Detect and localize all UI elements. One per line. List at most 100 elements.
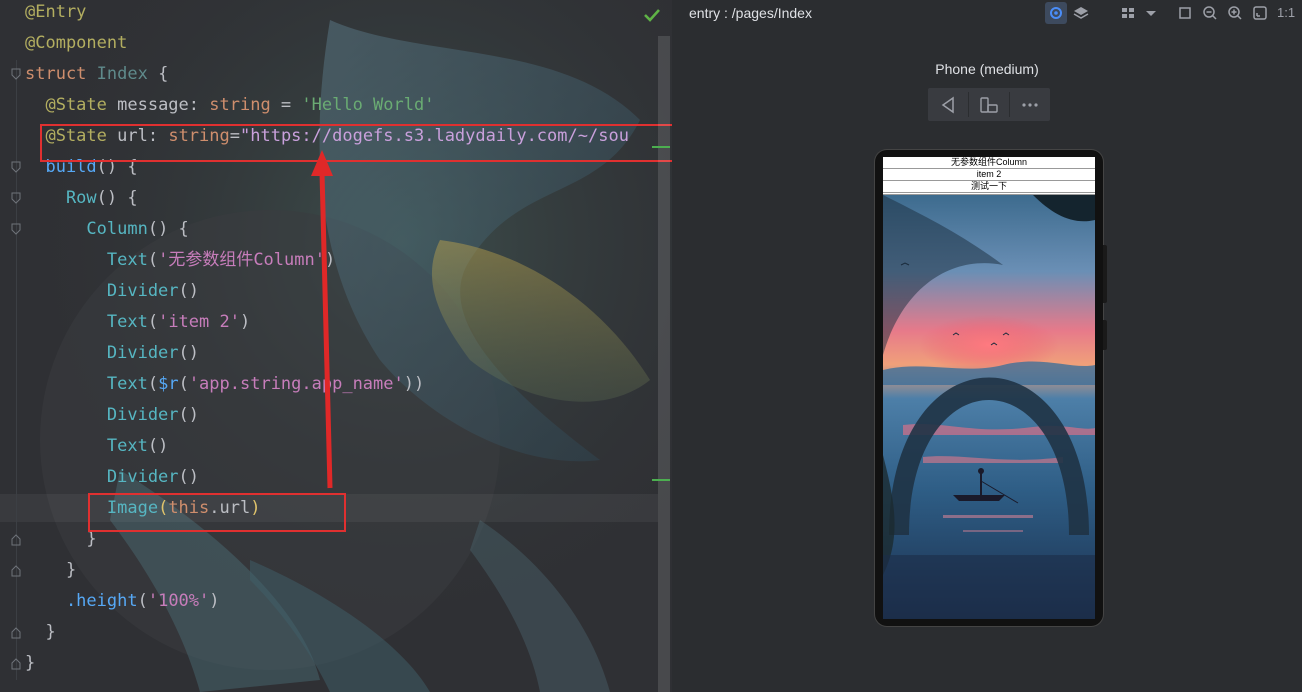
phone-screen[interactable]: 无参数组件Column item 2 测试一下	[883, 157, 1095, 619]
previewer-panel: entry : /pages/Index 1:1 Phone (medium)	[672, 0, 1302, 692]
zoom-in-icon[interactable]	[1224, 2, 1246, 24]
code-line[interactable]: Text()	[25, 431, 168, 462]
fold-end-icon[interactable]	[10, 565, 22, 577]
code-token: (	[147, 312, 159, 332]
code-token: (	[147, 374, 159, 394]
code-line[interactable]: Text($r('app.string.app_name'))	[25, 369, 424, 400]
code-token: (	[178, 374, 189, 394]
fold-end-icon[interactable]	[10, 627, 22, 639]
code-line[interactable]: Text('无参数组件Column')	[25, 245, 335, 276]
scroll-marker	[652, 146, 670, 148]
crop-icon[interactable]	[1174, 2, 1196, 24]
more-icon[interactable]	[1010, 88, 1050, 121]
code-line[interactable]: .height('100%')	[25, 586, 220, 617]
fold-icon[interactable]	[10, 161, 22, 173]
code-token: Index	[96, 64, 159, 84]
code-token: :	[188, 95, 210, 115]
code-token: () {	[96, 188, 138, 208]
code-token: Text	[25, 312, 148, 332]
code-line[interactable]: Text('item 2')	[25, 307, 250, 338]
device-name: Phone (medium)	[935, 61, 1039, 77]
code-token: @State	[25, 95, 118, 115]
vertical-scrollbar[interactable]	[658, 36, 670, 692]
code-token: Text	[25, 374, 148, 394]
code-line[interactable]: struct Index {	[25, 59, 168, 90]
device-controls	[928, 88, 1050, 121]
code-token: ()	[178, 467, 200, 487]
code-token: }	[25, 560, 77, 580]
code-editor[interactable]: @Entry @Component struct Index { @State me…	[0, 0, 672, 692]
code-token: }	[25, 653, 36, 673]
scroll-marker	[652, 479, 670, 481]
code-token: 'app.string.app_name'	[188, 374, 404, 394]
code-token: ()	[178, 343, 200, 363]
code-token: {	[158, 64, 169, 84]
code-token: Row	[25, 188, 97, 208]
phone-side-button	[1103, 245, 1107, 303]
back-icon[interactable]	[928, 88, 968, 121]
code-line[interactable]: Divider()	[25, 462, 199, 493]
code-line[interactable]: Column() {	[25, 214, 189, 245]
zoom-out-icon[interactable]	[1199, 2, 1221, 24]
code-token: '100%'	[147, 591, 210, 611]
rotate-icon[interactable]	[969, 88, 1009, 121]
code-token: ()	[178, 405, 200, 425]
fold-icon[interactable]	[10, 223, 22, 235]
fold-end-icon[interactable]	[10, 658, 22, 670]
code-token: Divider	[25, 405, 179, 425]
preview-image	[883, 195, 1095, 619]
code-token: ()	[178, 281, 200, 301]
image-highlight-box	[88, 493, 346, 532]
check-icon	[644, 9, 660, 22]
code-line[interactable]: }	[25, 524, 96, 555]
fold-end-icon[interactable]	[10, 534, 22, 546]
layers-icon[interactable]	[1070, 2, 1092, 24]
code-token: Column	[25, 219, 148, 239]
phone-frame: 无参数组件Column item 2 测试一下	[875, 150, 1107, 626]
gutter-guide	[16, 60, 17, 680]
code-token: @Entry	[25, 2, 87, 22]
code-line[interactable]: Divider()	[25, 276, 199, 307]
code-token: .height	[25, 591, 138, 611]
phone-side-button	[1103, 320, 1107, 350]
code-line[interactable]: Divider()	[25, 338, 199, 369]
code-token: )	[209, 591, 220, 611]
code-line[interactable]: Divider()	[25, 400, 199, 431]
code-token: Divider	[25, 467, 179, 487]
code-token: message	[117, 95, 189, 115]
fold-icon[interactable]	[10, 192, 22, 204]
preview-divider	[883, 192, 1095, 193]
code-line[interactable]: @State message: string = 'Hello World'	[25, 90, 434, 121]
code-token: )	[324, 250, 336, 270]
preview-text-3: 测试一下	[970, 181, 1007, 191]
code-line[interactable]: }	[25, 617, 55, 648]
code-token: )	[239, 312, 251, 332]
code-line[interactable]: }	[25, 555, 76, 586]
code-token: @Component	[25, 33, 128, 53]
code-token: 'Hello World'	[301, 95, 435, 115]
dropdown-icon[interactable]	[1140, 2, 1162, 24]
inspector-icon[interactable]	[1045, 2, 1067, 24]
code-token: 'item 2'	[158, 312, 240, 332]
code-token: ()	[147, 436, 169, 456]
code-token: Text	[25, 250, 148, 270]
code-token: () {	[147, 219, 189, 239]
zoom-ratio[interactable]: 1:1	[1277, 2, 1299, 24]
fit-icon[interactable]	[1249, 2, 1271, 24]
code-token: (	[147, 250, 159, 270]
fold-icon[interactable]	[10, 68, 22, 80]
code-line[interactable]: }	[25, 648, 35, 679]
code-token: Divider	[25, 343, 179, 363]
code-line[interactable]: Row() {	[25, 183, 138, 214]
code-token: ))	[403, 374, 425, 394]
code-token: Divider	[25, 281, 179, 301]
code-token: '无参数组件Column'	[158, 250, 325, 270]
code-token: string	[209, 95, 271, 115]
code-line[interactable]: @Component	[25, 28, 127, 59]
previewer-title: entry : /pages/Index	[689, 5, 812, 21]
code-token: struct	[25, 64, 97, 84]
code-token: $r	[158, 374, 179, 394]
grid-icon[interactable]	[1117, 2, 1139, 24]
code-line[interactable]: @Entry	[25, 0, 86, 28]
code-token: Text	[25, 436, 148, 456]
